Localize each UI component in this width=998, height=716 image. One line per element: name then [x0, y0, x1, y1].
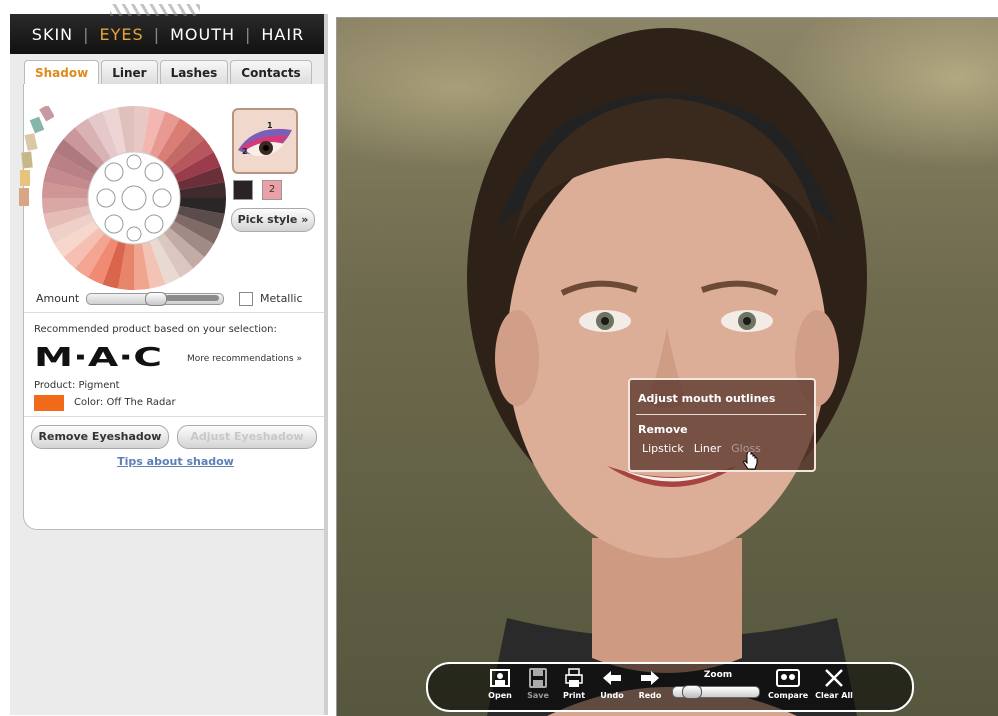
eye-zone-2-label: 2	[242, 147, 248, 156]
palette-slot[interactable]	[104, 162, 124, 182]
zoom-control: Zoom	[668, 670, 768, 700]
swatch-palette[interactable]	[14, 106, 54, 226]
svg-text:M·A·C: M·A·C	[34, 344, 162, 370]
category-skin[interactable]: SKIN	[32, 25, 73, 44]
compare-button[interactable]: Compare	[768, 668, 808, 700]
face-photo	[467, 28, 867, 716]
palette-slot[interactable]	[144, 214, 164, 234]
shadow-panel: 1 2 2 Pick style » Amount Metallic Recom…	[19, 84, 328, 530]
open-icon	[490, 669, 510, 687]
palette-slot[interactable]	[126, 154, 142, 170]
eye-zone-1-label: 1	[267, 121, 273, 130]
palette-slot[interactable]	[104, 214, 124, 234]
category-eyes[interactable]: EYES	[100, 25, 144, 44]
clear-all-button[interactable]: Clear All	[814, 668, 854, 700]
clear-all-label: Clear All	[815, 691, 853, 700]
undo-label: Undo	[600, 691, 624, 700]
hand-cursor-icon	[743, 452, 758, 470]
photo-canvas[interactable]	[336, 17, 998, 716]
open-button[interactable]: Open	[480, 668, 520, 700]
compare-icon	[776, 669, 800, 687]
palette-slot[interactable]	[121, 185, 147, 211]
category-separator: |	[83, 24, 90, 44]
close-x-icon	[825, 669, 843, 687]
remove-eyeshadow-button[interactable]: Remove Eyeshadow	[31, 425, 169, 449]
category-hair[interactable]: HAIR	[261, 25, 304, 44]
tab-contacts[interactable]: Contacts	[230, 60, 312, 85]
selected-color-2[interactable]: 2	[262, 180, 282, 200]
tab-shadow[interactable]: Shadow	[24, 60, 100, 85]
remove-lipstick-option[interactable]: Lipstick	[642, 442, 684, 455]
tab-lashes[interactable]: Lashes	[159, 60, 229, 85]
product-color-name: Color: Off The Radar	[74, 397, 176, 408]
tab-liner[interactable]: Liner	[101, 60, 158, 85]
more-recommendations-link[interactable]: More recommendations »	[187, 354, 302, 364]
menu-title: Adjust mouth outlines	[638, 392, 776, 405]
metallic-label: Metallic	[260, 292, 303, 305]
metallic-checkbox[interactable]	[239, 292, 253, 306]
zoom-slider[interactable]	[672, 685, 760, 699]
print-button[interactable]: Print	[554, 668, 594, 700]
product-color-swatch	[34, 395, 64, 411]
open-label: Open	[488, 691, 512, 700]
print-icon	[565, 668, 583, 687]
divider	[24, 312, 327, 313]
recommendation-intro: Recommended product based on your select…	[34, 324, 277, 335]
save-button[interactable]: Save	[518, 668, 558, 700]
decorative-stripes	[110, 4, 200, 16]
selected-color-1[interactable]	[233, 180, 253, 200]
palette-slot[interactable]	[126, 226, 142, 242]
undo-button[interactable]: Undo	[592, 668, 632, 700]
mouth-context-menu: Adjust mouth outlines Remove Lipstick Li…	[628, 378, 816, 472]
zoom-label: Zoom	[703, 670, 733, 680]
divider	[24, 416, 327, 417]
amount-slider-thumb[interactable]	[145, 292, 167, 306]
category-nav: SKIN | EYES | MOUTH | HAIR	[10, 4, 326, 54]
undo-arrow-icon	[603, 671, 621, 685]
remove-liner-option[interactable]: Liner	[694, 442, 721, 455]
print-label: Print	[562, 691, 586, 700]
menu-divider	[636, 414, 806, 415]
category-separator: |	[245, 24, 252, 44]
save-icon	[529, 668, 547, 688]
save-label: Save	[527, 691, 549, 700]
amount-row: Amount Metallic	[36, 289, 326, 309]
tips-about-shadow-link[interactable]: Tips about shadow	[24, 455, 327, 468]
category-mouth[interactable]: MOUTH	[170, 25, 235, 44]
panel-divider	[324, 14, 328, 715]
product-name: Product: Pigment	[34, 380, 120, 391]
redo-button[interactable]: Redo	[630, 668, 670, 700]
bottom-toolbar: Open Save Print Undo Redo Zoom Compare C…	[426, 662, 914, 712]
color-wheel[interactable]	[34, 98, 234, 298]
amount-label: Amount	[36, 292, 80, 305]
redo-label: Redo	[638, 691, 662, 700]
zoom-slider-thumb[interactable]	[682, 685, 702, 699]
adjust-eyeshadow-button[interactable]: Adjust Eyeshadow	[177, 425, 317, 449]
amount-slider[interactable]	[86, 292, 224, 306]
menu-remove-heading: Remove	[638, 423, 688, 436]
palette-slots[interactable]	[96, 154, 172, 242]
palette-slot[interactable]	[96, 188, 116, 208]
amount-slider-fill	[165, 295, 219, 301]
compare-label: Compare	[768, 691, 809, 700]
palette-slot[interactable]	[152, 188, 172, 208]
eye-tabs: Shadow Liner Lashes Contacts	[24, 60, 312, 86]
category-separator: |	[153, 24, 161, 44]
left-panel: SKIN | EYES | MOUTH | HAIR Shadow Liner …	[10, 4, 328, 715]
mac-logo: M·A·C	[34, 344, 162, 370]
pick-style-button[interactable]: Pick style »	[231, 208, 315, 232]
redo-arrow-icon	[641, 671, 659, 685]
palette-slot[interactable]	[144, 162, 164, 182]
eye-preview-thumbnail[interactable]: 1 2	[232, 108, 298, 174]
